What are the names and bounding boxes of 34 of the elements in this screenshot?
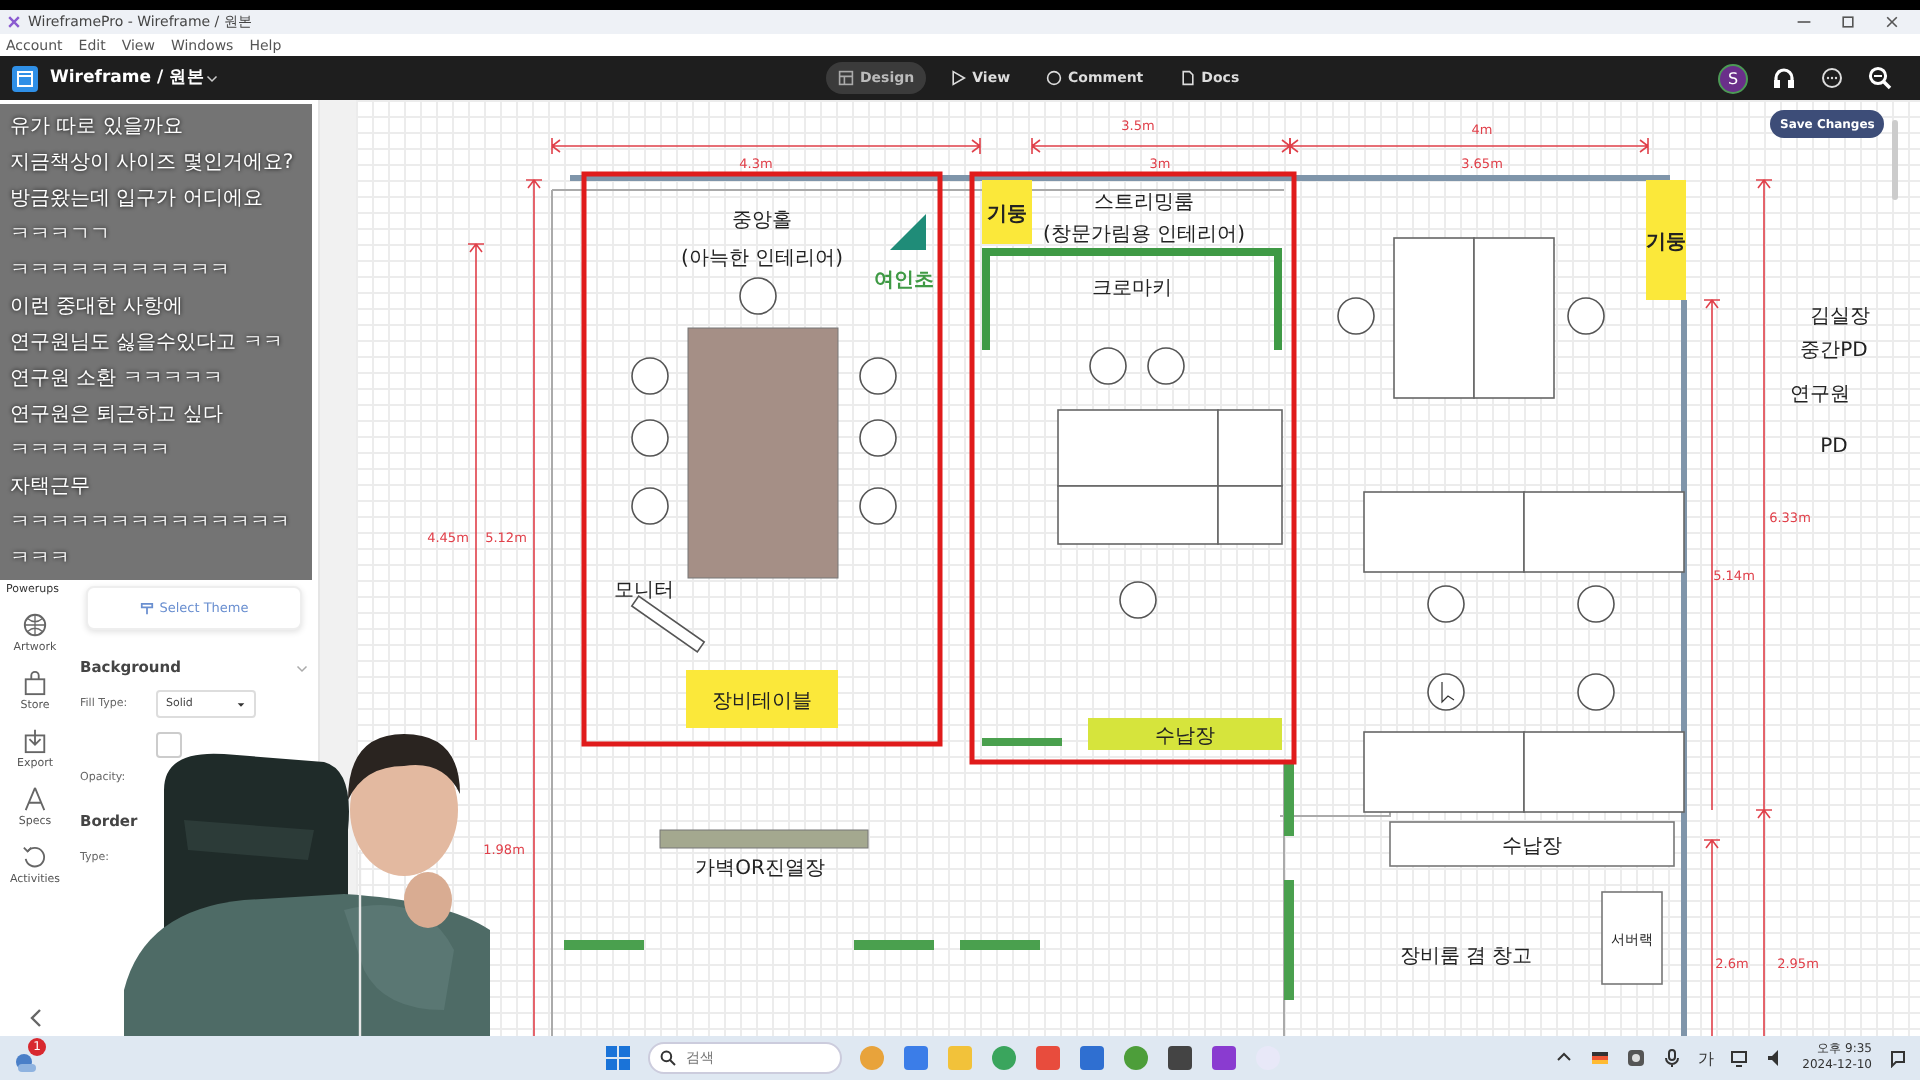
- chat-message: ㅋㅋㅋㅋㅋㅋㅋㅋ: [10, 438, 170, 466]
- chat-message: 이런 중대한 사항에: [10, 294, 183, 322]
- chat-message: 연구원은 퇴근하고 싶다: [10, 402, 223, 430]
- chat-message: 연구원님도 싫을수있다고 ㅋㅋ: [10, 330, 283, 358]
- plan-label: 기둥: [1646, 232, 1686, 254]
- plan-label: 여인초: [874, 270, 934, 292]
- plan-label: 모니터: [614, 580, 674, 602]
- chat-message: ㅋㅋㅋㄱㄱ: [10, 222, 110, 250]
- plan-label: 수납장: [1502, 836, 1562, 858]
- plan-label: 김실장: [1810, 306, 1870, 328]
- chat-message: 연구원 소환 ㅋㅋㅋㅋㅋ: [10, 366, 223, 394]
- plan-label: 가벽OR진열장: [695, 858, 825, 880]
- chat-message: ㅋㅋㅋ: [10, 546, 70, 574]
- chat-message: 유가 따로 있을까요: [10, 114, 183, 142]
- plan-label: (창문가림용 인테리어): [1043, 224, 1245, 246]
- project-title[interactable]: Wireframe / 원본: [50, 66, 206, 90]
- plan-label: (아늑한 인테리어): [681, 248, 843, 270]
- input-method-indicator[interactable]: 가: [1698, 1047, 1715, 1069]
- plan-label: PD: [1820, 436, 1848, 458]
- chat-message: ㅋㅋㅋㅋㅋㅋㅋㅋㅋㅋㅋㅋㅋㅋ: [10, 510, 290, 538]
- plan-label: 장비룸 겸 창고: [1399, 946, 1533, 968]
- plan-label: 수납장: [1155, 726, 1215, 748]
- chat-message: 지금책상이 사이즈 몇인거에요?: [10, 150, 294, 178]
- chat-message: 방금왔는데 입구가 어디에요: [10, 186, 263, 214]
- plan-label: 기둥: [987, 204, 1027, 226]
- user-avatar[interactable]: S: [1718, 63, 1748, 93]
- plan-label: 중앙홀: [732, 210, 792, 232]
- plan-label: 스트리밍룸: [1094, 192, 1194, 214]
- plan-label: 장비테이블: [712, 691, 812, 713]
- plan-label: 연구원: [1790, 384, 1850, 406]
- chat-message: ㅋㅋㅋㅋㅋㅋㅋㅋㅋㅋㅋ: [10, 258, 230, 286]
- chat-message: 자택근무: [10, 474, 90, 502]
- plan-label: 크로마키: [1092, 278, 1172, 300]
- plan-label: 중간PD: [1800, 340, 1868, 362]
